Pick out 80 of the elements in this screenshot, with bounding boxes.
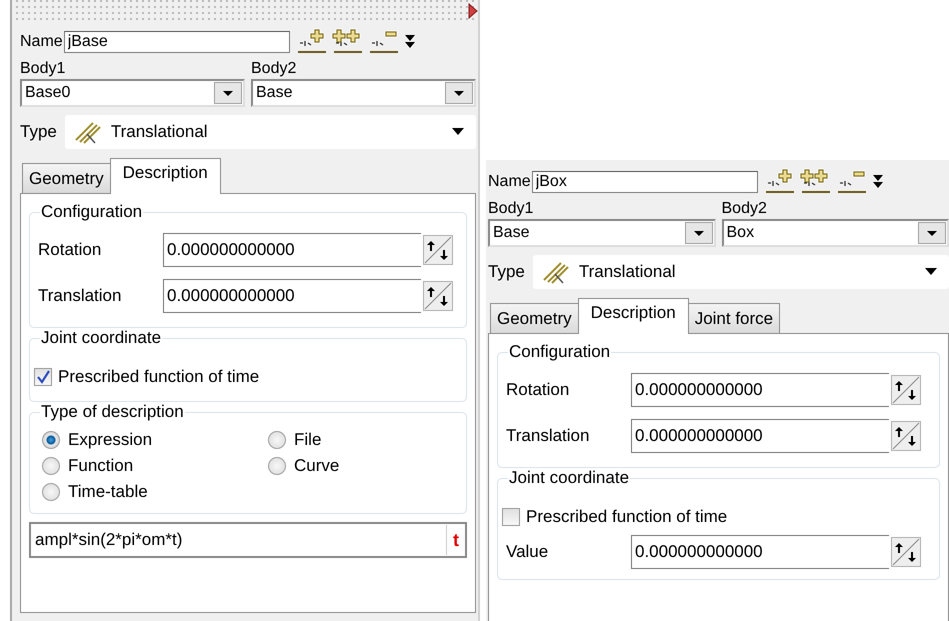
spin-button[interactable] [891,421,921,451]
dropdown[interactable]: Base0 [20,79,245,107]
number-field[interactable]: 0.000000000000 [163,233,421,267]
add-icon[interactable] [764,169,796,195]
spin-button[interactable] [423,281,453,311]
radio-option[interactable]: Expression [42,427,268,453]
number-field[interactable]: 0.000000000000 [631,419,889,453]
group-title: Configuration [40,202,144,222]
dropdown[interactable]: Base [488,219,716,247]
dropdown-value: Translational [110,122,209,142]
field-label: Type [488,262,525,282]
tab[interactable]: Geometry [490,303,579,333]
number-field[interactable]: 0.000000000000 [631,373,889,407]
group-title: Configuration [508,342,612,362]
caret-icon[interactable] [452,128,464,136]
tab[interactable]: Description [110,158,221,194]
add-icon[interactable] [296,29,328,55]
radio-label: File [294,430,322,450]
group-title: Type of description [40,402,185,422]
field-label: Body1 [488,200,534,218]
add-icon[interactable] [800,169,832,195]
number-field[interactable]: 0.000000000000 [631,535,889,569]
field-label: Body1 [20,60,66,78]
number-field[interactable]: 0.000000000000 [163,279,421,313]
radio-label: Curve [294,456,340,476]
radio-button[interactable] [42,483,60,501]
hatched-joint-icon[interactable] [540,260,571,284]
checkbox-label: Prescribed function of time [526,507,728,527]
dropdown-value: Base [256,84,294,102]
type-dropdown[interactable]: Translational [532,255,949,289]
field-label: Translation [38,286,122,306]
spin-button[interactable] [891,375,921,405]
field-label: Value [506,542,550,562]
checkbox[interactable]: Prescribed function of time [502,493,931,533]
field-label: Type [20,122,57,142]
dropdown-button[interactable] [918,222,946,244]
radio-label: Function [68,456,134,476]
radio-button[interactable] [42,431,60,449]
spin-button[interactable] [891,537,921,567]
dropdown[interactable]: Base [251,79,476,107]
field-label: Name [488,173,531,191]
radio-option[interactable]: File [268,427,458,453]
radio-button[interactable] [268,431,286,449]
field-label: Name [20,33,63,51]
dropdown-value: Translational [578,262,677,282]
type-dropdown[interactable]: Translational [64,115,476,149]
field-label: Translation [506,426,590,446]
field-label: Body2 [251,60,298,78]
field-label: Rotation [506,380,570,400]
expression-field[interactable]: ampl*sin(2*pi*om*t) t [29,522,467,558]
dropdown-button[interactable] [445,82,473,104]
dropdown-value: Base0 [25,84,72,102]
field-label: Rotation [38,240,102,260]
caret-icon[interactable] [925,268,937,276]
radio-label: Expression [68,430,152,450]
tab[interactable]: Geometry [22,163,111,193]
checkbox[interactable]: Prescribed function of time [34,353,458,393]
radio-button[interactable] [42,457,60,475]
expression-text: ampl*sin(2*pi*om*t) [35,530,184,550]
radio-label: Time-table [68,482,148,502]
dropdown-button[interactable] [684,222,712,244]
radio-option[interactable]: Function [42,453,268,479]
dropdown-value: Base [493,224,530,242]
radio-option[interactable]: Time-table [42,479,268,505]
dropdown[interactable]: Box [722,219,949,247]
radio-option[interactable]: Curve [268,453,458,479]
hatched-joint-icon[interactable] [72,120,103,144]
spin-button[interactable] [423,235,453,265]
dropdown-value: Box [726,224,756,242]
remove-icon[interactable] [368,29,400,55]
remove-icon[interactable] [836,169,868,195]
radio-button[interactable] [268,457,286,475]
field-label: Body2 [722,200,768,218]
dropdown-button[interactable] [214,82,242,104]
tab[interactable]: Joint force [688,303,780,333]
checkbox-label: Prescribed function of time [58,367,260,387]
checkbox-box[interactable] [502,508,520,526]
drag-handle[interactable] [12,0,478,22]
tab[interactable]: Description [578,298,689,334]
add-icon[interactable] [332,29,364,55]
